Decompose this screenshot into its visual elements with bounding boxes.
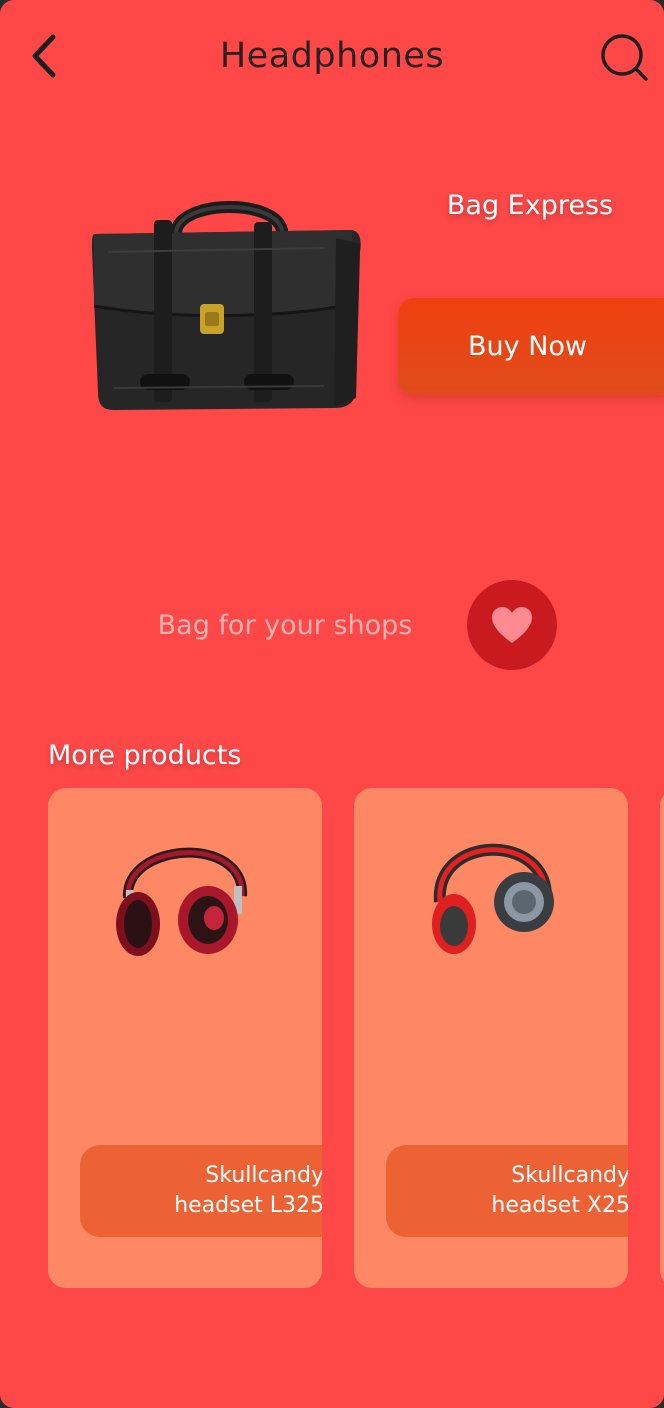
product-card-name-line2: headset X25 bbox=[491, 1193, 628, 1218]
buy-now-button[interactable]: Buy Now bbox=[398, 298, 664, 395]
page-title: Headphones bbox=[219, 36, 445, 76]
favorite-button[interactable] bbox=[467, 580, 557, 670]
product-card-name-line1: Skullcandy bbox=[205, 1163, 322, 1188]
product-card[interactable]: Skullcandy headset L325 bbox=[48, 788, 322, 1288]
product-card-partial[interactable] bbox=[660, 788, 664, 1288]
leather-bag-image bbox=[92, 201, 361, 410]
product-card-label: Skullcandy headset L325 bbox=[80, 1145, 322, 1237]
headphones-image bbox=[116, 847, 248, 956]
product-tagline: Bag for your shops bbox=[157, 610, 413, 641]
product-card-name-line1: Skullcandy bbox=[511, 1163, 628, 1188]
product-card[interactable]: Skullcandy headset X25 bbox=[354, 788, 628, 1288]
product-screen: Headphones Bag Express Buy Now Bag for y bbox=[0, 0, 664, 1408]
search-icon bbox=[601, 34, 648, 81]
heart-icon bbox=[492, 607, 532, 643]
headphones-image bbox=[432, 843, 554, 954]
product-card-label: Skullcandy headset X25 bbox=[386, 1145, 628, 1237]
search-button[interactable] bbox=[594, 30, 654, 86]
product-name: Bag Express bbox=[446, 190, 614, 221]
product-card-name-line2: headset L325 bbox=[174, 1193, 322, 1218]
more-products-title: More products bbox=[48, 740, 242, 771]
